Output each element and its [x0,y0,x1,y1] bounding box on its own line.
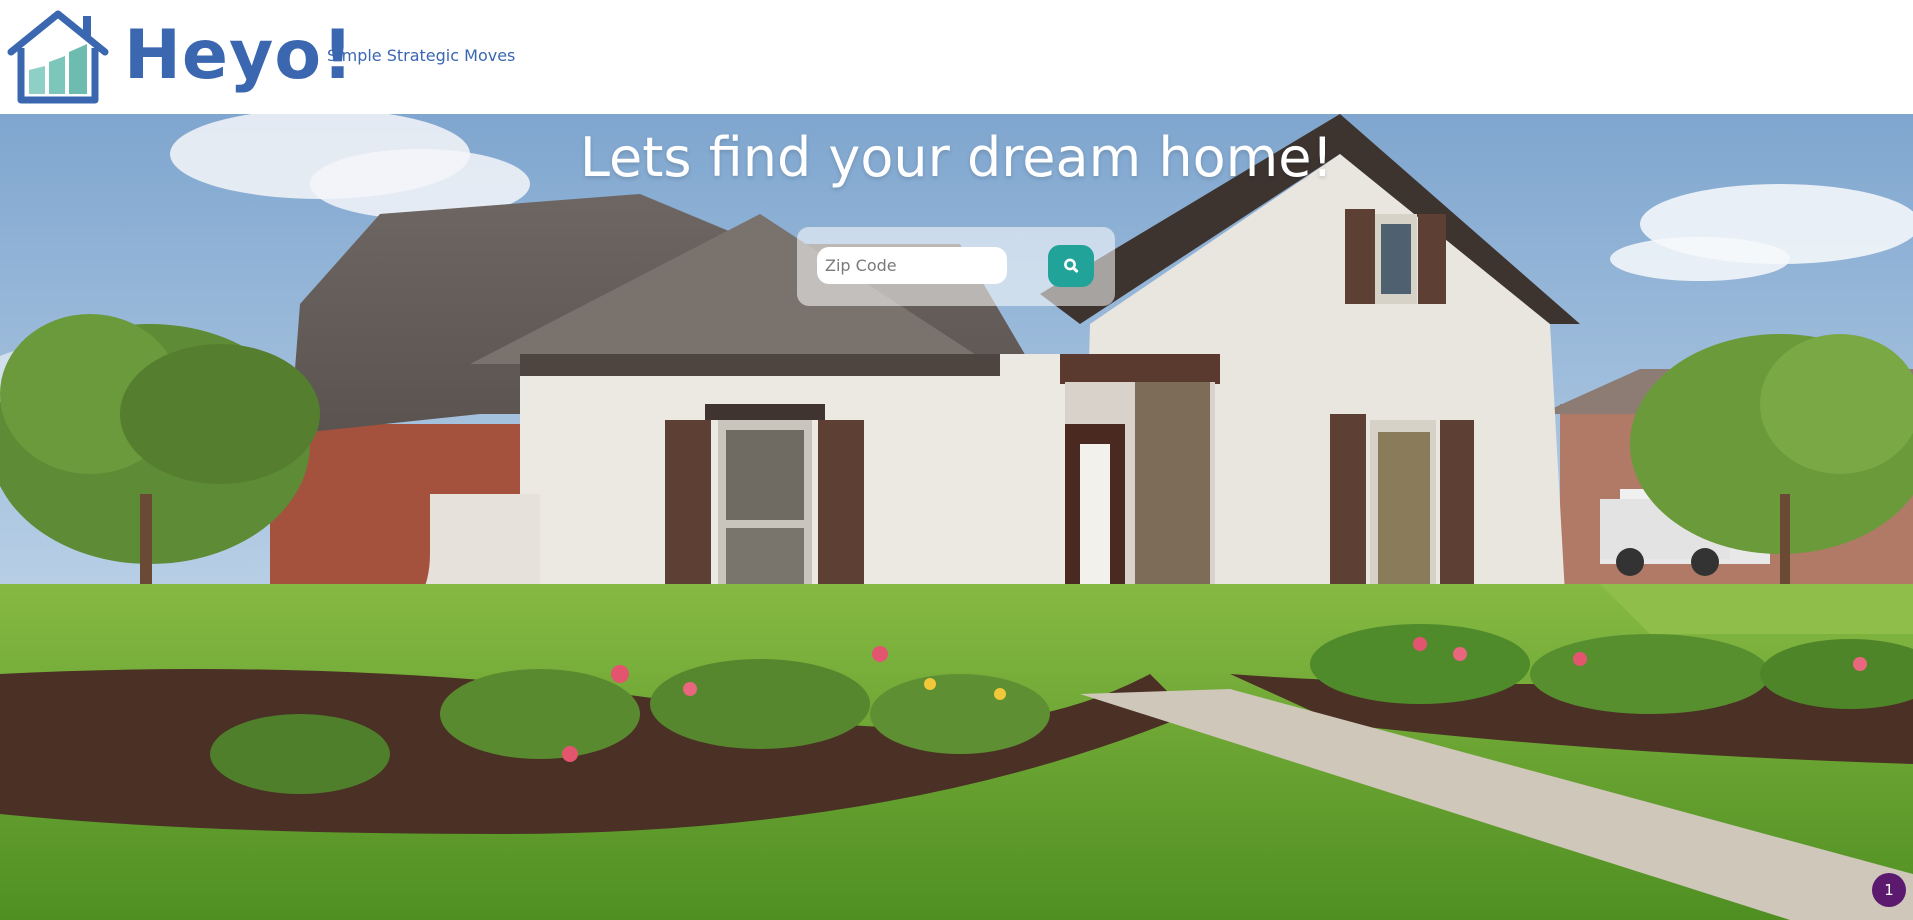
site-header: Heyo! Simple Strategic Moves [0,0,1913,114]
house-chart-icon[interactable] [5,8,112,106]
search-icon [1064,258,1079,273]
hero-title: Lets find your dream home! [579,126,1334,189]
zip-code-input[interactable] [817,247,1007,284]
hero-banner: Lets find your dream home! [0,114,1913,920]
notification-badge[interactable]: 1 [1872,873,1906,907]
search-button[interactable] [1048,245,1094,287]
tagline: Simple Strategic Moves [327,46,516,65]
search-panel [797,227,1115,306]
brand-name[interactable]: Heyo! [124,14,354,98]
